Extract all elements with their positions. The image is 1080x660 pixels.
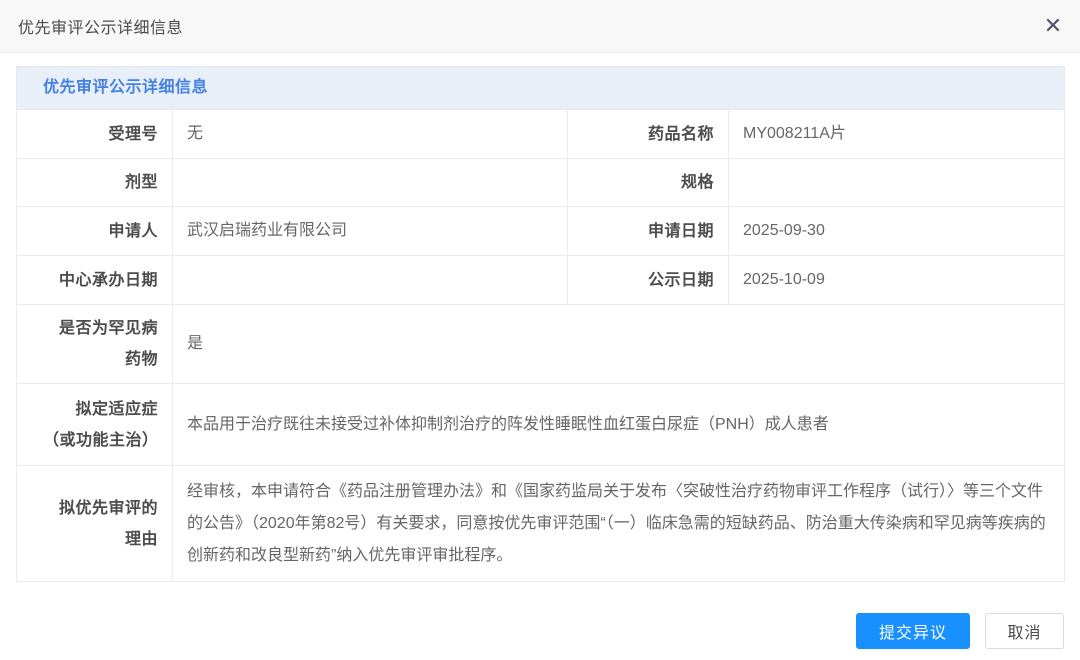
field-value-applicant: 武汉启瑞药业有限公司 <box>173 207 568 256</box>
close-button[interactable]: ✕ <box>1036 10 1070 44</box>
field-label-acceptance-no: 受理号 <box>17 110 173 159</box>
field-value-application-date: 2025-09-30 <box>729 207 1065 256</box>
table-row: 中心承办日期 公示日期 2025-10-09 <box>17 256 1065 305</box>
table-section-header-row: 优先审评公示详细信息 <box>17 67 1065 110</box>
table-row: 受理号 无 药品名称 MY008211A片 <box>17 110 1065 159</box>
table-section-header: 优先审评公示详细信息 <box>17 67 1065 110</box>
field-label-center-undertaking-date: 中心承办日期 <box>17 256 173 305</box>
dialog-titlebar: 优先审评公示详细信息 <box>0 0 1080 53</box>
field-value-acceptance-no: 无 <box>173 110 568 159</box>
table-row: 拟优先审评的理由 经审核，本申请符合《药品注册管理办法》和《国家药监局关于发布〈… <box>17 466 1065 582</box>
field-value-drug-name: MY008211A片 <box>729 110 1065 159</box>
cancel-button[interactable]: 取消 <box>985 613 1064 649</box>
field-value-proposed-indication: 本品用于治疗既往未接受过补体抑制剂治疗的阵发性睡眠性血红蛋白尿症（PNH）成人患… <box>173 384 1065 466</box>
table-row: 剂型 规格 <box>17 159 1065 207</box>
field-value-center-undertaking-date <box>173 256 568 305</box>
detail-table: 优先审评公示详细信息 受理号 无 药品名称 MY008211A片 剂型 规格 申… <box>16 66 1065 582</box>
field-label-publicity-date: 公示日期 <box>568 256 729 305</box>
field-label-application-date: 申请日期 <box>568 207 729 256</box>
dialog-footer: 提交异议 取消 <box>16 613 1064 649</box>
field-value-rare-disease-drug: 是 <box>173 305 1065 384</box>
field-value-specification <box>729 159 1065 207</box>
table-row: 是否为罕见病药物 是 <box>17 305 1065 384</box>
field-value-dosage-form <box>173 159 568 207</box>
submit-objection-button[interactable]: 提交异议 <box>856 613 970 649</box>
field-value-priority-review-reason: 经审核，本申请符合《药品注册管理办法》和《国家药监局关于发布〈突破性治疗药物审评… <box>173 466 1065 582</box>
priority-review-detail-dialog: 优先审评公示详细信息 ✕ 优先审评公示详细信息 受理号 无 药品名称 MY008… <box>0 0 1080 660</box>
field-label-dosage-form: 剂型 <box>17 159 173 207</box>
field-label-rare-disease-drug: 是否为罕见病药物 <box>17 305 173 384</box>
close-icon: ✕ <box>1044 14 1062 39</box>
field-label-drug-name: 药品名称 <box>568 110 729 159</box>
field-label-applicant: 申请人 <box>17 207 173 256</box>
table-row: 申请人 武汉启瑞药业有限公司 申请日期 2025-09-30 <box>17 207 1065 256</box>
dialog-title: 优先审评公示详细信息 <box>18 14 183 38</box>
field-label-specification: 规格 <box>568 159 729 207</box>
field-label-priority-review-reason: 拟优先审评的理由 <box>17 466 173 582</box>
table-row: 拟定适应症（或功能主治） 本品用于治疗既往未接受过补体抑制剂治疗的阵发性睡眠性血… <box>17 384 1065 466</box>
field-label-proposed-indication: 拟定适应症（或功能主治） <box>17 384 173 466</box>
field-value-publicity-date: 2025-10-09 <box>729 256 1065 305</box>
